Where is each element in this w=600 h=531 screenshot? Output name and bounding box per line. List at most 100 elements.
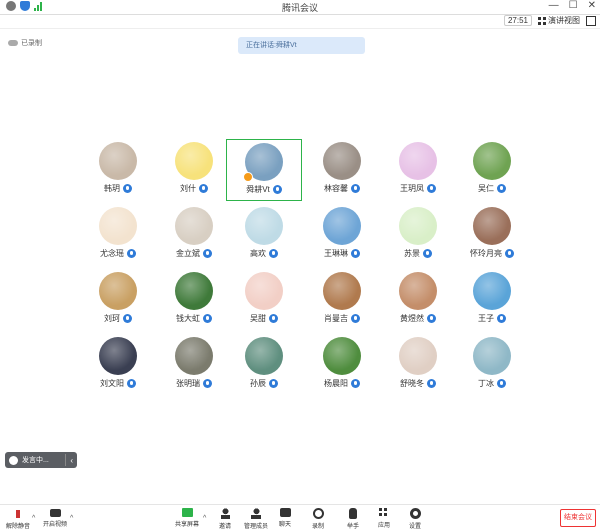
- participant-tile[interactable]: 黄煜然: [380, 269, 456, 331]
- participant-tile[interactable]: 肖曼吉: [304, 269, 380, 331]
- participant-tile[interactable]: 金立斌: [156, 204, 232, 266]
- chevron-left-icon[interactable]: ‹: [70, 456, 73, 465]
- participant-name-row: 吴仁: [454, 183, 530, 194]
- participant-tile[interactable]: 吴甜: [226, 269, 302, 331]
- record-button[interactable]: 录制: [303, 508, 333, 530]
- cloud-icon: [8, 40, 18, 46]
- participant-name-row: 怀玲月亮: [454, 248, 530, 259]
- share-screen-button[interactable]: 共享屏幕: [172, 508, 202, 528]
- invite-button[interactable]: 邀请: [210, 508, 240, 530]
- participant-tile[interactable]: 杨晨阳: [304, 334, 380, 396]
- participant-tile[interactable]: 韩玥: [80, 139, 156, 201]
- divider: [65, 454, 67, 466]
- share-options-caret[interactable]: ^: [203, 515, 206, 522]
- participant-tile[interactable]: 舜耕Vt: [226, 139, 302, 201]
- participant-name: 吴仁: [478, 184, 494, 193]
- raise-hand-button[interactable]: 举手: [338, 508, 368, 530]
- microphone-status-icon: [497, 379, 506, 388]
- manage-members-button[interactable]: 管理成员: [241, 508, 271, 530]
- avatar: [323, 337, 361, 375]
- participant-tile[interactable]: 孙辰: [226, 334, 302, 396]
- microphone-status-icon: [351, 314, 360, 323]
- participant-name: 舜耕Vt: [246, 185, 270, 194]
- avatar: [99, 207, 137, 245]
- microphone-status-icon: [351, 184, 360, 193]
- participant-name-row: 苏景: [380, 248, 456, 259]
- participant-name: 刘文阳: [100, 379, 124, 388]
- chat-button[interactable]: 聊天: [270, 508, 300, 528]
- participant-tile[interactable]: 张明瑞: [156, 334, 232, 396]
- avatar: [399, 142, 437, 180]
- participant-tile[interactable]: 尤念瑶: [80, 204, 156, 266]
- settings-button[interactable]: 设置: [400, 508, 430, 530]
- microphone-status-icon: [427, 379, 436, 388]
- participant-name: 王琳琳: [324, 249, 348, 258]
- microphone-status-icon: [269, 314, 278, 323]
- mute-options-caret[interactable]: ^: [32, 515, 35, 522]
- participant-name: 吴甜: [250, 314, 266, 323]
- avatar: [399, 272, 437, 310]
- participant-tile[interactable]: 王琳琳: [304, 204, 380, 266]
- participant-tile[interactable]: 刘珂: [80, 269, 156, 331]
- grid-icon: [538, 16, 546, 25]
- participant-name: 杨晨阳: [324, 379, 348, 388]
- participant-name-row: 孙辰: [226, 378, 302, 389]
- minimize-icon[interactable]: —: [549, 0, 559, 11]
- maximize-icon[interactable]: ☐: [569, 0, 578, 11]
- microphone-status-icon: [127, 249, 136, 258]
- avatar: [323, 272, 361, 310]
- hand-icon: [349, 508, 357, 519]
- video-button[interactable]: 开启视频: [40, 508, 70, 528]
- participant-name-row: 刘文阳: [80, 378, 156, 389]
- participant-tile[interactable]: 钱大虹: [156, 269, 232, 331]
- participant-name-row: 黄煜然: [380, 313, 456, 324]
- mute-button[interactable]: 解除静音: [3, 508, 33, 530]
- meeting-top-bar: 27:51 演讲视图: [0, 14, 600, 29]
- avatar: [399, 337, 437, 375]
- participant-tile[interactable]: 吴仁: [454, 139, 530, 201]
- participant-name-row: 王琳琳: [304, 248, 380, 259]
- participant-tile[interactable]: 苏景: [380, 204, 456, 266]
- participant-name-row: 韩玥: [80, 183, 156, 194]
- microphone-icon: [12, 508, 24, 519]
- microphone-status-icon: [203, 379, 212, 388]
- add-user-icon: [219, 508, 231, 519]
- microphone-status-icon: [423, 249, 432, 258]
- microphone-status-icon: [123, 184, 132, 193]
- participant-tile[interactable]: 刘什: [156, 139, 232, 201]
- participant-tile[interactable]: 王子: [454, 269, 530, 331]
- microphone-status-icon: [427, 314, 436, 323]
- view-switch-button[interactable]: 演讲视图: [538, 15, 580, 26]
- participant-name-row: 丁冰: [454, 378, 530, 389]
- participant-name: 高欢: [250, 249, 266, 258]
- participant-name: 丁冰: [478, 379, 494, 388]
- participant-tile[interactable]: 丁冰: [454, 334, 530, 396]
- participant-tile[interactable]: 怀玲月亮: [454, 204, 530, 266]
- participant-tile[interactable]: 舒晓冬: [380, 334, 456, 396]
- microphone-status-icon: [203, 249, 212, 258]
- close-icon[interactable]: ✕: [588, 0, 596, 11]
- end-meeting-button[interactable]: 结束会议: [560, 509, 596, 527]
- participant-name-row: 吴甜: [226, 313, 302, 324]
- avatar: [473, 142, 511, 180]
- participant-tile[interactable]: 王玥凤: [380, 139, 456, 201]
- avatar: [323, 207, 361, 245]
- participant-tile[interactable]: 高欢: [226, 204, 302, 266]
- avatar: [245, 337, 283, 375]
- window-controls: — ☐ ✕: [549, 0, 596, 11]
- participant-name-row: 刘什: [156, 183, 232, 194]
- participant-name: 舒晓冬: [400, 379, 424, 388]
- chat-popup[interactable]: 发言中... ‹: [5, 452, 77, 468]
- video-options-caret[interactable]: ^: [70, 515, 73, 522]
- participant-name-row: 金立斌: [156, 248, 232, 259]
- microphone-status-icon: [351, 379, 360, 388]
- fullscreen-icon[interactable]: [586, 15, 596, 26]
- participant-tile[interactable]: 刘文阳: [80, 334, 156, 396]
- apps-button[interactable]: 应用: [369, 508, 399, 529]
- participant-name: 王玥凤: [400, 184, 424, 193]
- speaking-notice: 正在讲话:舜耕Vt: [238, 37, 365, 54]
- participant-name: 韩玥: [104, 184, 120, 193]
- bottom-toolbar: 解除静音 ^ 开启视频 ^ 共享屏幕 ^ 邀请 管理成员 聊天 录制 举手 应用…: [0, 504, 600, 531]
- participant-tile[interactable]: 林容馨: [304, 139, 380, 201]
- participant-name-row: 舒晓冬: [380, 378, 456, 389]
